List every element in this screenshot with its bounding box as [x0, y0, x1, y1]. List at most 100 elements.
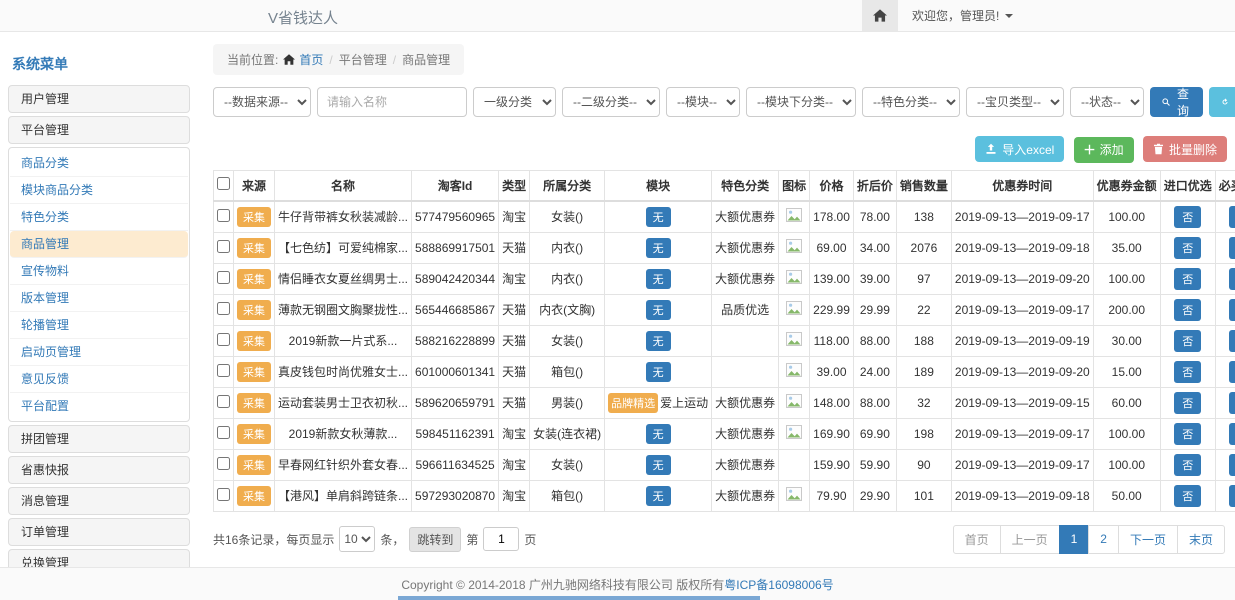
batch-delete-button[interactable]: 批量删除	[1143, 136, 1227, 162]
price: 39.00	[810, 356, 854, 387]
import-select-toggle[interactable]: 否	[1174, 237, 1201, 259]
select-all-header[interactable]	[214, 170, 234, 201]
must-buy-toggle[interactable]: 否	[1229, 454, 1235, 476]
row-checkbox[interactable]	[217, 240, 230, 253]
import-select-toggle[interactable]: 否	[1174, 423, 1201, 445]
module-cell: 无	[605, 263, 712, 294]
sidebar-group-item[interactable]: 订单管理	[8, 518, 190, 546]
must-buy-toggle[interactable]: 否	[1229, 299, 1235, 321]
module-cell: 品牌精选爱上运动	[605, 387, 712, 418]
page-button[interactable]: 上一页	[1000, 525, 1060, 554]
must-buy-toggle[interactable]: 否	[1229, 268, 1235, 290]
goods-type: 淘宝	[499, 201, 530, 233]
sidebar-item[interactable]: 商品管理	[10, 231, 188, 258]
column-header: 类型	[499, 170, 530, 201]
level1-category-select[interactable]: 一级分类	[473, 87, 556, 117]
import-select-toggle[interactable]: 否	[1174, 485, 1201, 507]
breadcrumb-home-link[interactable]: 首页	[283, 51, 323, 68]
sidebar-item[interactable]: 宣传物料	[10, 258, 188, 285]
sidebar-item[interactable]: 模块商品分类	[10, 177, 188, 204]
sidebar-item[interactable]: 平台配置	[10, 393, 188, 419]
module-name: 爱上运动	[660, 396, 708, 410]
icon-cell	[779, 449, 810, 480]
sidebar-group-item[interactable]: 省惠快报	[8, 456, 190, 484]
sidebar-item[interactable]: 轮播管理	[10, 312, 188, 339]
name-input[interactable]	[317, 87, 467, 117]
data-source-select[interactable]: --数据来源--	[213, 87, 311, 117]
refresh-icon	[1221, 96, 1229, 108]
sales-count: 22	[896, 294, 951, 325]
level2-category-select[interactable]: --二级分类--	[562, 87, 660, 117]
page-button[interactable]: 2	[1088, 525, 1119, 554]
must-buy-toggle[interactable]: 否	[1229, 485, 1235, 507]
row-checkbox[interactable]	[217, 364, 230, 377]
user-menu[interactable]: 欢迎您，管理员!	[898, 0, 1027, 31]
row-checkbox[interactable]	[217, 302, 230, 315]
row-checkbox[interactable]	[217, 271, 230, 284]
goods-name: 【七色纺】可爱纯棉家...	[275, 232, 412, 263]
must-buy-toggle[interactable]: 否	[1229, 361, 1235, 383]
import-select-toggle[interactable]: 否	[1174, 361, 1201, 383]
add-button[interactable]: 添加	[1074, 137, 1134, 163]
row-checkbox[interactable]	[217, 488, 230, 501]
must-buy-toggle[interactable]: 否	[1229, 392, 1235, 414]
search-button[interactable]: 查询	[1150, 87, 1203, 117]
row-checkbox[interactable]	[217, 333, 230, 346]
page-button[interactable]: 首页	[953, 525, 1001, 554]
icon-cell	[779, 418, 810, 449]
sidebar-item[interactable]: 意见反馈	[10, 366, 188, 393]
import-select-toggle[interactable]: 否	[1174, 206, 1201, 228]
feature-category	[712, 356, 779, 387]
row-checkbox[interactable]	[217, 457, 230, 470]
sidebar-group-item[interactable]: 平台管理	[8, 116, 190, 144]
must-buy-toggle[interactable]: 否	[1229, 330, 1235, 352]
feature-category-select[interactable]: --特色分类--	[862, 87, 960, 117]
checkbox-cell	[214, 201, 234, 233]
module-none-badge: 无	[646, 300, 671, 320]
module-sub-category-select[interactable]: --模块下分类--	[746, 87, 856, 117]
sidebar-group-item[interactable]: 拼团管理	[8, 425, 190, 453]
import-select-toggle[interactable]: 否	[1174, 268, 1201, 290]
sidebar-group-item[interactable]: 消息管理	[8, 487, 190, 515]
import-excel-button[interactable]: 导入excel	[975, 136, 1064, 162]
status-select[interactable]: --状态--	[1070, 87, 1144, 117]
page-button[interactable]: 1	[1059, 525, 1090, 554]
home-button[interactable]	[862, 0, 898, 31]
must-buy-toggle[interactable]: 否	[1229, 206, 1235, 228]
image-icon	[786, 425, 802, 439]
row-checkbox[interactable]	[217, 395, 230, 408]
price: 169.90	[810, 418, 854, 449]
image-icon	[786, 332, 802, 346]
row-checkbox[interactable]	[217, 209, 230, 222]
sales-count: 2076	[896, 232, 951, 263]
icon-cell	[779, 356, 810, 387]
sidebar-item[interactable]: 启动页管理	[10, 339, 188, 366]
goods-category: 内衣()	[530, 263, 605, 294]
import-select-toggle[interactable]: 否	[1174, 454, 1201, 476]
reset-button[interactable]: 重置	[1209, 87, 1235, 117]
icp-link[interactable]: 粤ICP备16098006号	[724, 576, 833, 593]
import-select-cell: 否	[1160, 263, 1215, 294]
must-buy-toggle[interactable]: 否	[1229, 237, 1235, 259]
page-number-input[interactable]	[483, 527, 519, 551]
module-select[interactable]: --模块--	[666, 87, 740, 117]
sidebar-item[interactable]: 商品分类	[10, 150, 188, 177]
page-button[interactable]: 下一页	[1118, 525, 1178, 554]
page-button[interactable]: 末页	[1177, 525, 1225, 554]
import-select-toggle[interactable]: 否	[1174, 330, 1201, 352]
import-select-toggle[interactable]: 否	[1174, 392, 1201, 414]
goods-name: 2019新款女秋薄款...	[275, 418, 412, 449]
per-page-select[interactable]: 10	[339, 526, 375, 552]
source-cell: 采集	[234, 356, 275, 387]
item-type-select[interactable]: --宝贝类型--	[966, 87, 1064, 117]
horizontal-scrollbar-thumb[interactable]	[398, 596, 760, 600]
sidebar-group-item[interactable]: 用户管理	[8, 85, 190, 113]
sidebar-item[interactable]: 版本管理	[10, 285, 188, 312]
select-all-checkbox[interactable]	[217, 177, 230, 190]
sidebar-item[interactable]: 特色分类	[10, 204, 188, 231]
jump-button[interactable]: 跳转到	[409, 527, 461, 552]
row-checkbox[interactable]	[217, 426, 230, 439]
must-buy-toggle[interactable]: 否	[1229, 423, 1235, 445]
goods-category: 女装(连衣裙)	[530, 418, 605, 449]
import-select-toggle[interactable]: 否	[1174, 299, 1201, 321]
